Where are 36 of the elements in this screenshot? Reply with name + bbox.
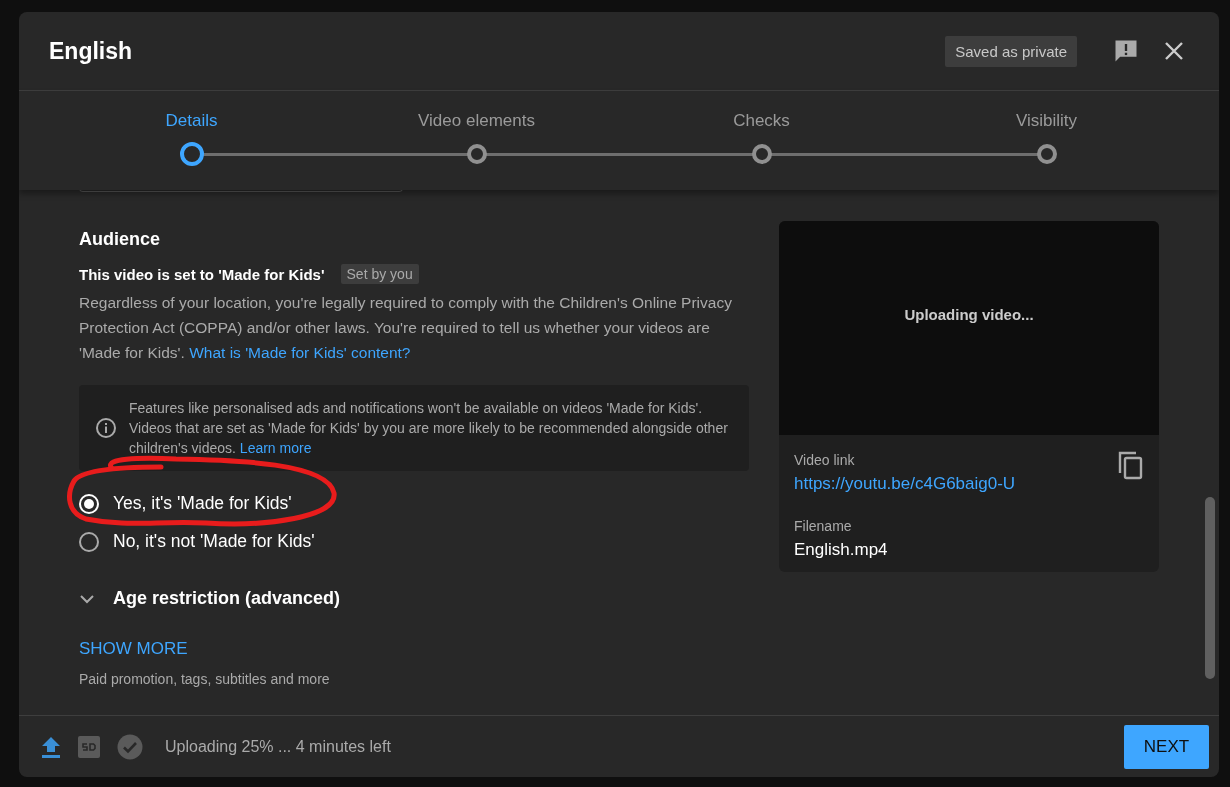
radio-option[interactable]: No, it's not 'Made for Kids'	[79, 531, 315, 552]
step-dot[interactable]	[1036, 144, 1057, 164]
dialog-title: English	[49, 37, 134, 65]
step-dot[interactable]	[179, 142, 204, 166]
link-label: Video link	[794, 452, 855, 468]
description-text: Regardless of your location, you're legally required to comply with the Children's Online Privacy Protection Act (COPPA) and/or other laws. You're required to tell us whether your videos are 'Made for Kids'. What is 'Made for Kids' content?	[79, 293, 733, 363]
next-button[interactable]: NEXT	[1124, 724, 1209, 769]
step-tab[interactable]: Details	[165, 111, 218, 131]
notice-text: Features like personalised ads and notifications won't be available on videos 'Made for Kids'. Videos that are set as 'Made for Kids' by you are more likely to be recommended alongside other children's videos. Learn more	[129, 399, 729, 458]
sd-badge-icon	[77, 734, 101, 759]
help-link[interactable]: What is 'Made for Kids' content?	[189, 344, 411, 361]
caption-text: Paid promotion, tags, subtitles and more	[79, 671, 331, 687]
set-by-chip: Set by you	[340, 264, 419, 284]
expander[interactable]: Age restriction (advanced)	[79, 588, 341, 609]
step-tab[interactable]: Visibility	[1015, 111, 1078, 131]
upload-status: Uploading video...	[904, 305, 1034, 323]
filename-label: Filename	[794, 518, 853, 534]
status-chip: Saved as private	[945, 35, 1077, 67]
upload-progress-text: Uploading 25% ... 4 minutes left	[165, 737, 392, 756]
step-dot[interactable]	[466, 144, 487, 164]
video-link[interactable]: https://youtu.be/c4G6baig0-U	[794, 474, 1016, 494]
learn-more-link[interactable]: Learn more	[239, 440, 312, 456]
step-tab[interactable]: Checks	[733, 111, 790, 131]
radio-icon[interactable]	[79, 531, 99, 552]
copy-icon[interactable]	[1118, 451, 1144, 481]
scrollbar[interactable]	[1205, 497, 1215, 679]
show-more-button[interactable]: SHOW MORE	[79, 639, 188, 659]
check-circle-icon	[117, 733, 143, 760]
info-icon	[95, 417, 117, 439]
step-tab[interactable]: Video elements	[418, 111, 535, 131]
setting-label: This video is set to 'Made for Kids'	[79, 265, 325, 283]
filename: English.mp4	[794, 540, 889, 560]
radio-option[interactable]: Yes, it's 'Made for Kids'	[79, 493, 292, 514]
step-dot[interactable]	[751, 144, 772, 164]
upload-icon	[41, 735, 61, 758]
section-heading: Audience	[79, 229, 162, 250]
